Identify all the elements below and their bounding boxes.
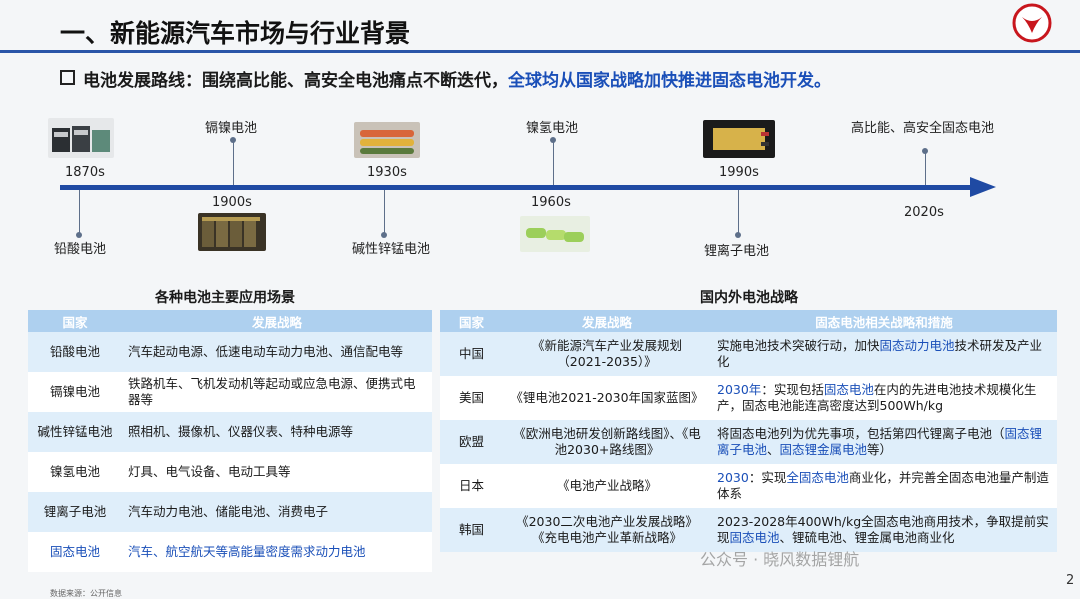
col-header: 发展战略 — [503, 310, 711, 332]
nimh-battery-photo — [520, 216, 590, 252]
country: 中国 — [440, 332, 503, 376]
title-divider — [0, 50, 1080, 53]
tick-1900s — [233, 140, 234, 185]
table-row: 日本 《电池产业战略》 2030：实现全固态电池商业化，并完善全固态电池量产制造… — [440, 464, 1057, 508]
subtitle: 电池发展路线：围绕高比能、高安全电池痛点不断迭代，全球均从国家战略加快推进固态电… — [60, 66, 831, 91]
table-row: 镍氢电池 灯具、电气设备、电动工具等 — [28, 452, 432, 492]
tick-1870s — [79, 190, 80, 235]
table-row: 美国 《锂电池2021-2030年国家蓝图》 2030年：实现包括固态电池在内的… — [440, 376, 1057, 420]
battery-usage: 铁路机车、飞机发动机等起动或应急电源、便携式电器等 — [122, 372, 432, 412]
battery-strategy-table: 国家 发展战略 固态电池相关战略和措施 中国 《新能源汽车产业发展规划（2021… — [440, 310, 1057, 552]
col-header: 国家 — [440, 310, 503, 332]
country: 韩国 — [440, 508, 503, 552]
year-1930s: 1930s — [367, 165, 407, 180]
strategy: 《锂电池2021-2030年国家蓝图》 — [503, 376, 711, 420]
year-1870s: 1870s — [65, 165, 105, 180]
battery-name: 碱性锌锰电池 — [28, 412, 122, 452]
tick-dot-1990s — [735, 232, 741, 238]
page-title: 一、新能源汽车市场与行业背景 — [60, 19, 411, 48]
battery-name: 镍氢电池 — [28, 452, 122, 492]
battery-name: 铅酸电池 — [28, 332, 122, 372]
brand-logo-icon — [1012, 3, 1052, 43]
year-1960s: 1960s — [531, 195, 571, 210]
label-nicd: 镉镍电池 — [205, 121, 258, 136]
tick-1990s — [738, 190, 739, 235]
table-row: 镉镍电池 铁路机车、飞机发动机等起动或应急电源、便携式电器等 — [28, 372, 432, 412]
battery-usage: 灯具、电气设备、电动工具等 — [122, 452, 432, 492]
col-header: 国家 — [28, 310, 122, 332]
timeline-axis — [60, 185, 980, 190]
lead-acid-battery-photo — [48, 118, 114, 158]
country: 美国 — [440, 376, 503, 420]
alkaline-battery-photo — [354, 122, 420, 158]
measures: 2030年：实现包括固态电池在内的先进电池技术规模化生产，固态电池能连高密度达到… — [711, 376, 1057, 420]
battery-usage: 汽车动力电池、储能电池、消费电子 — [122, 492, 432, 532]
tick-2020s — [925, 150, 926, 185]
col-header: 固态电池相关战略和措施 — [711, 310, 1057, 332]
label-lead-acid: 铅酸电池 — [54, 242, 107, 257]
strategy: 《欧洲电池研发创新路线图》、《电池2030+路线图》 — [503, 420, 711, 464]
table-row: 碱性锌锰电池 照相机、摄像机、仪器仪表、特种电源等 — [28, 412, 432, 452]
measures: 2030：实现全固态电池商业化，并完善全固态电池量产制造体系 — [711, 464, 1057, 508]
data-source: 数据来源：公开信息 — [50, 589, 122, 598]
nicd-battery-photo — [198, 213, 266, 251]
year-1990s: 1990s — [719, 165, 759, 180]
col-header: 发展战略 — [122, 310, 432, 332]
page-number: 2 — [1066, 573, 1075, 588]
label-nimh: 镍氢电池 — [526, 121, 579, 136]
tick-1930s — [384, 190, 385, 235]
label-liion: 锂离子电池 — [704, 244, 770, 259]
watermark: 公众号 · 晓风数据锂航 — [700, 550, 860, 569]
year-2020s: 2020s — [904, 205, 944, 220]
measures: 将固态电池列为优先事项，包括第四代锂离子电池（固态锂离子电池、固态锂金属电池等） — [711, 420, 1057, 464]
table-row: 欧盟 《欧洲电池研发创新路线图》、《电池2030+路线图》 将固态电池列为优先事… — [440, 420, 1057, 464]
liion-battery-photo — [703, 120, 775, 158]
battery-application-table: 国家 发展战略 铅酸电池 汽车起动电源、低速电动车动力电池、通信配电等 镉镍电池… — [28, 310, 432, 572]
table-row: 中国 《新能源汽车产业发展规划（2021-2035）》 实施电池技术突破行动，加… — [440, 332, 1057, 376]
battery-usage: 照相机、摄像机、仪器仪表、特种电源等 — [122, 412, 432, 452]
strategy: 《新能源汽车产业发展规划（2021-2035）》 — [503, 332, 711, 376]
tick-1960s — [553, 140, 554, 185]
country: 欧盟 — [440, 420, 503, 464]
battery-usage: 汽车、航空航天等高能量密度需求动力电池 — [122, 532, 432, 572]
battery-name: 固态电池 — [28, 532, 122, 572]
measures: 实施电池技术突破行动，加快固态动力电池技术研发及产业化 — [711, 332, 1057, 376]
subtitle-part-a: 电池发展路线：围绕高比能、高安全电池痛点不断迭代， — [83, 71, 508, 91]
battery-name: 镉镍电池 — [28, 372, 122, 412]
left-table-heading: 各种电池主要应用场景 — [155, 290, 295, 306]
label-solid-state: 高比能、高安全固态电池 — [851, 121, 995, 136]
table-row: 铅酸电池 汽车起动电源、低速电动车动力电池、通信配电等 — [28, 332, 432, 372]
strategy: 《2030二次电池产业发展战略》《充电电池产业革新战略》 — [503, 508, 711, 552]
right-table-heading: 国内外电池战略 — [700, 290, 798, 306]
strategy: 《电池产业战略》 — [503, 464, 711, 508]
year-1900s: 1900s — [212, 195, 252, 210]
country: 日本 — [440, 464, 503, 508]
battery-name: 锂离子电池 — [28, 492, 122, 532]
table-row: 锂离子电池 汽车动力电池、储能电池、消费电子 — [28, 492, 432, 532]
label-alkaline: 碱性锌锰电池 — [352, 242, 431, 257]
bullet-square-icon — [60, 70, 75, 85]
subtitle-part-b: 全球均从国家战略加快推进固态电池开发。 — [508, 71, 831, 91]
battery-usage: 汽车起动电源、低速电动车动力电池、通信配电等 — [122, 332, 432, 372]
table-row: 固态电池 汽车、航空航天等高能量密度需求动力电池 — [28, 532, 432, 572]
timeline-arrow-icon — [970, 177, 996, 197]
